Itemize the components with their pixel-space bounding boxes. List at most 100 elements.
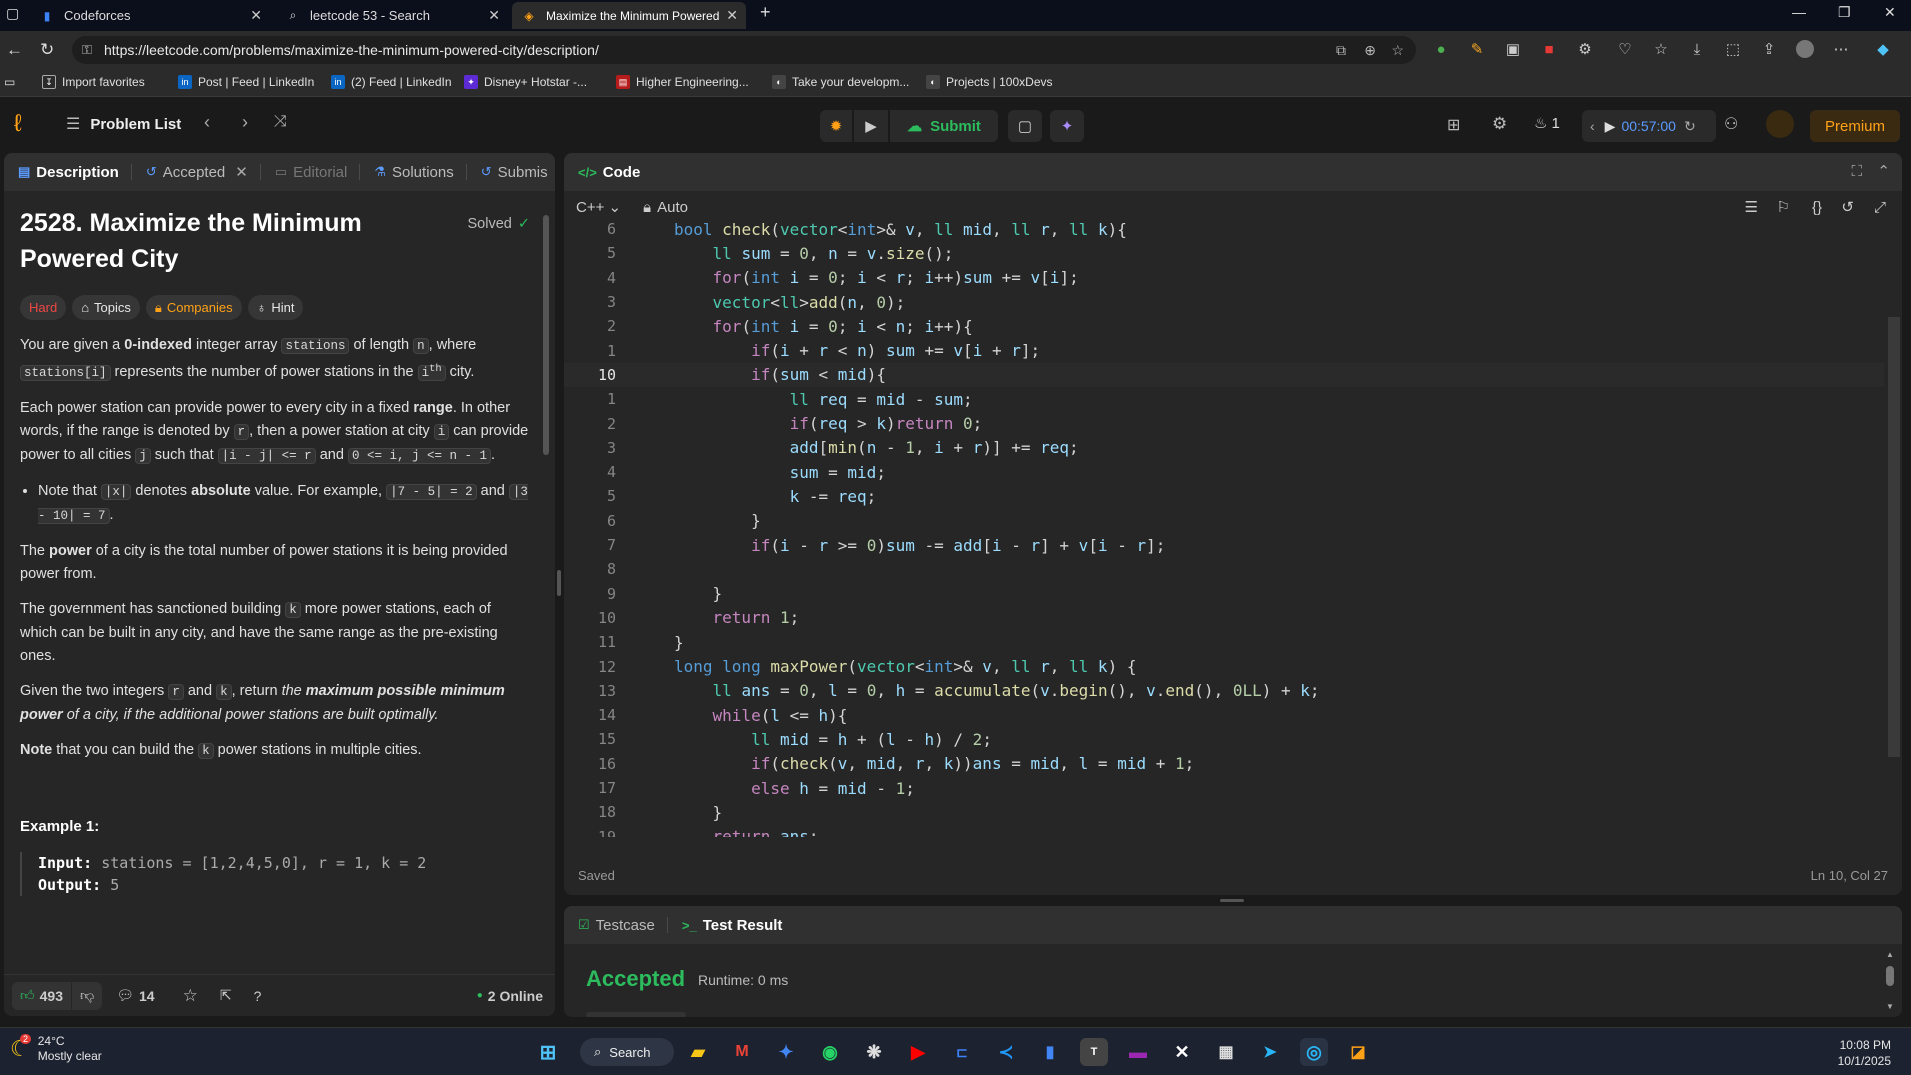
problem-title[interactable]: 2528. Maximize the Minimum Powered City bbox=[20, 205, 380, 277]
more-menu-icon[interactable]: ⋯ bbox=[1832, 40, 1850, 58]
debug-button[interactable]: ✹ bbox=[820, 110, 852, 142]
companies-tag[interactable]: 🔒︎ Companies bbox=[145, 295, 242, 320]
format-icon[interactable]: ☰ bbox=[1745, 198, 1758, 216]
settings-gear-icon[interactable]: ⚙ bbox=[1492, 114, 1507, 134]
weather-widget[interactable]: ☾ 2 24°C Mostly clear bbox=[10, 1034, 102, 1064]
url-bar[interactable]: ⚿ https://leetcode.com/problems/maximize… bbox=[72, 36, 1416, 64]
x-icon[interactable]: ✕ bbox=[1168, 1038, 1196, 1066]
bookmark-developm[interactable]: ◐ Take your developm... bbox=[772, 75, 909, 89]
scroll-up-icon[interactable]: ▲ bbox=[1886, 950, 1894, 959]
ai-assist-button[interactable]: ✦ bbox=[1050, 110, 1084, 142]
bookmark-100xdevs[interactable]: ◐ Projects | 100xDevs bbox=[926, 75, 1053, 89]
media-app-icon[interactable]: ▬ bbox=[1124, 1038, 1152, 1066]
text-app-icon[interactable]: T bbox=[1080, 1038, 1108, 1066]
language-select[interactable]: C++ ⌄ bbox=[576, 198, 621, 216]
tab-accepted[interactable]: ↺ Accepted ✕ bbox=[146, 163, 248, 182]
vertical-splitter-handle[interactable] bbox=[557, 570, 561, 596]
tab-description[interactable]: ▤ Description bbox=[18, 164, 119, 181]
extensions-icon[interactable]: ⚙ bbox=[1576, 40, 1594, 58]
hint-tag[interactable]: ♁ Hint bbox=[247, 295, 304, 320]
taskbar-search[interactable]: ⌕ Search bbox=[580, 1038, 674, 1066]
chart-app-icon[interactable]: ▮ bbox=[1036, 1038, 1064, 1066]
streak-counter[interactable]: ♨ 1 bbox=[1534, 114, 1560, 133]
play-timer-icon[interactable]: ▶ bbox=[1605, 118, 1616, 135]
extension-color-icon[interactable]: ✎ bbox=[1468, 40, 1486, 58]
notes-button[interactable]: ▢ bbox=[1008, 110, 1042, 142]
share-icon[interactable]: ⇱ bbox=[220, 987, 232, 1004]
help-icon[interactable]: ? bbox=[254, 988, 262, 1004]
premium-button[interactable]: Premium bbox=[1810, 110, 1900, 142]
extension-red-icon[interactable]: ■ bbox=[1540, 40, 1558, 58]
app-icon[interactable]: ◪ bbox=[1344, 1038, 1372, 1066]
timer-widget[interactable]: ‹ ▶ 00:57:00 ↻ bbox=[1582, 110, 1716, 142]
tab-editorial[interactable]: ▭ Editorial bbox=[275, 164, 348, 181]
add-friend-icon[interactable]: ⚇ bbox=[1724, 114, 1738, 134]
bookmark-linkedin-2[interactable]: in (2) Feed | LinkedIn bbox=[331, 75, 452, 89]
run-button[interactable]: ▶ bbox=[854, 110, 888, 142]
edge-icon[interactable]: ◎ bbox=[1300, 1038, 1328, 1066]
maximize-icon[interactable]: ❐ bbox=[1838, 4, 1851, 21]
collapse-timer-icon[interactable]: ‹ bbox=[1590, 118, 1595, 134]
tab-test-result[interactable]: >_ Test Result bbox=[682, 917, 783, 934]
close-icon[interactable]: ✕ bbox=[235, 163, 248, 181]
description-scrollbar[interactable] bbox=[543, 201, 551, 501]
user-avatar[interactable] bbox=[1766, 110, 1794, 138]
favorite-star-icon[interactable]: ☆ bbox=[1391, 42, 1404, 59]
bookmark-linkedin-1[interactable]: in Post | Feed | LinkedIn bbox=[178, 75, 314, 89]
scrollbar-thumb[interactable] bbox=[1886, 966, 1894, 986]
new-tab-icon[interactable]: + bbox=[760, 2, 771, 23]
screenshot-icon[interactable]: ⬚ bbox=[1724, 40, 1742, 58]
leetcode-logo-icon[interactable]: ℓ bbox=[14, 110, 22, 138]
bookmark-import[interactable]: ↧ Import favorites bbox=[42, 75, 145, 89]
tab-sidebar-icon[interactable]: ▭ bbox=[4, 75, 15, 89]
next-problem-icon[interactable]: › bbox=[242, 112, 248, 133]
favorites-icon[interactable]: ☆ bbox=[1652, 40, 1670, 58]
like-button[interactable]: 👍︎ 493 bbox=[12, 981, 71, 1010]
file-explorer-icon[interactable]: ▰ bbox=[684, 1038, 712, 1066]
reset-timer-icon[interactable]: ↻ bbox=[1684, 118, 1696, 135]
topics-tag[interactable]: ⌂ Topics bbox=[72, 295, 140, 320]
vscode-icon[interactable]: ≺ bbox=[992, 1038, 1020, 1066]
open-in-app-icon[interactable]: ⧉ bbox=[1336, 42, 1346, 59]
tab-actions-icon[interactable]: ▢ bbox=[6, 5, 19, 22]
problem-list-button[interactable]: ☰ Problem List bbox=[66, 114, 181, 134]
profile-avatar-icon[interactable] bbox=[1796, 40, 1814, 58]
comments-button[interactable]: 💬︎ 14 bbox=[116, 987, 154, 1004]
zoom-icon[interactable]: ⊕ bbox=[1364, 42, 1376, 59]
share-icon[interactable]: ⇪ bbox=[1760, 40, 1778, 58]
windows-start-icon[interactable]: ⊞ bbox=[534, 1038, 562, 1066]
tab-testcase[interactable]: ☑ Testcase bbox=[578, 917, 655, 934]
dislike-button[interactable]: 👎︎ bbox=[72, 981, 103, 1010]
gemini-icon[interactable]: ✦ bbox=[772, 1038, 800, 1066]
gmail-icon[interactable]: M bbox=[728, 1038, 756, 1066]
back-icon[interactable]: ← bbox=[6, 40, 23, 60]
reset-code-icon[interactable]: ↺ bbox=[1841, 198, 1854, 216]
youtube-icon[interactable]: ▶ bbox=[904, 1038, 932, 1066]
browser-essentials-icon[interactable]: ♡ bbox=[1616, 40, 1634, 58]
close-icon[interactable]: ✕ bbox=[488, 7, 500, 24]
layout-icon[interactable]: ⊞ bbox=[1447, 115, 1460, 135]
code-editor[interactable]: 6 bool check(vector<int>& v, ll mid, ll r… bbox=[564, 217, 1902, 837]
minimize-icon[interactable]: — bbox=[1792, 4, 1806, 20]
tab-submissions[interactable]: ↺ Submis bbox=[481, 164, 548, 181]
bookmark-hotstar[interactable]: ✦ Disney+ Hotstar -... bbox=[464, 75, 587, 89]
fullscreen-icon[interactable]: ⛶ bbox=[1851, 163, 1862, 180]
braces-icon[interactable]: {} bbox=[1812, 199, 1822, 216]
site-info-icon[interactable]: ⚿ bbox=[82, 42, 92, 58]
bookmark-icon[interactable]: ⚐ bbox=[1777, 198, 1790, 216]
browser-tab-search[interactable]: ⌕ leetcode 53 - Search ✕ bbox=[276, 2, 508, 29]
shuffle-icon[interactable]: ⤨ bbox=[274, 113, 287, 131]
prev-problem-icon[interactable]: ‹ bbox=[204, 112, 210, 133]
editor-scrollbar[interactable] bbox=[1888, 217, 1900, 837]
extension-green-icon[interactable]: ● bbox=[1432, 40, 1450, 58]
test-scrollbar[interactable]: ▲ ▼ bbox=[1886, 950, 1896, 1012]
terminal-app-icon[interactable]: ⊏ bbox=[948, 1038, 976, 1066]
scrollbar-thumb[interactable] bbox=[1888, 317, 1900, 757]
close-icon[interactable]: ✕ bbox=[726, 7, 738, 24]
browser-tab-leetcode[interactable]: ◈ Maximize the Minimum Powered ✕ bbox=[512, 2, 746, 29]
chatgpt-icon[interactable]: ❋ bbox=[860, 1038, 888, 1066]
close-icon[interactable]: ✕ bbox=[250, 7, 262, 24]
whatsapp-icon[interactable]: ◉ bbox=[816, 1038, 844, 1066]
tab-code[interactable]: </> Code bbox=[578, 164, 640, 181]
browser-tab-codeforces[interactable]: ▮ Codeforces ✕ bbox=[30, 2, 270, 29]
